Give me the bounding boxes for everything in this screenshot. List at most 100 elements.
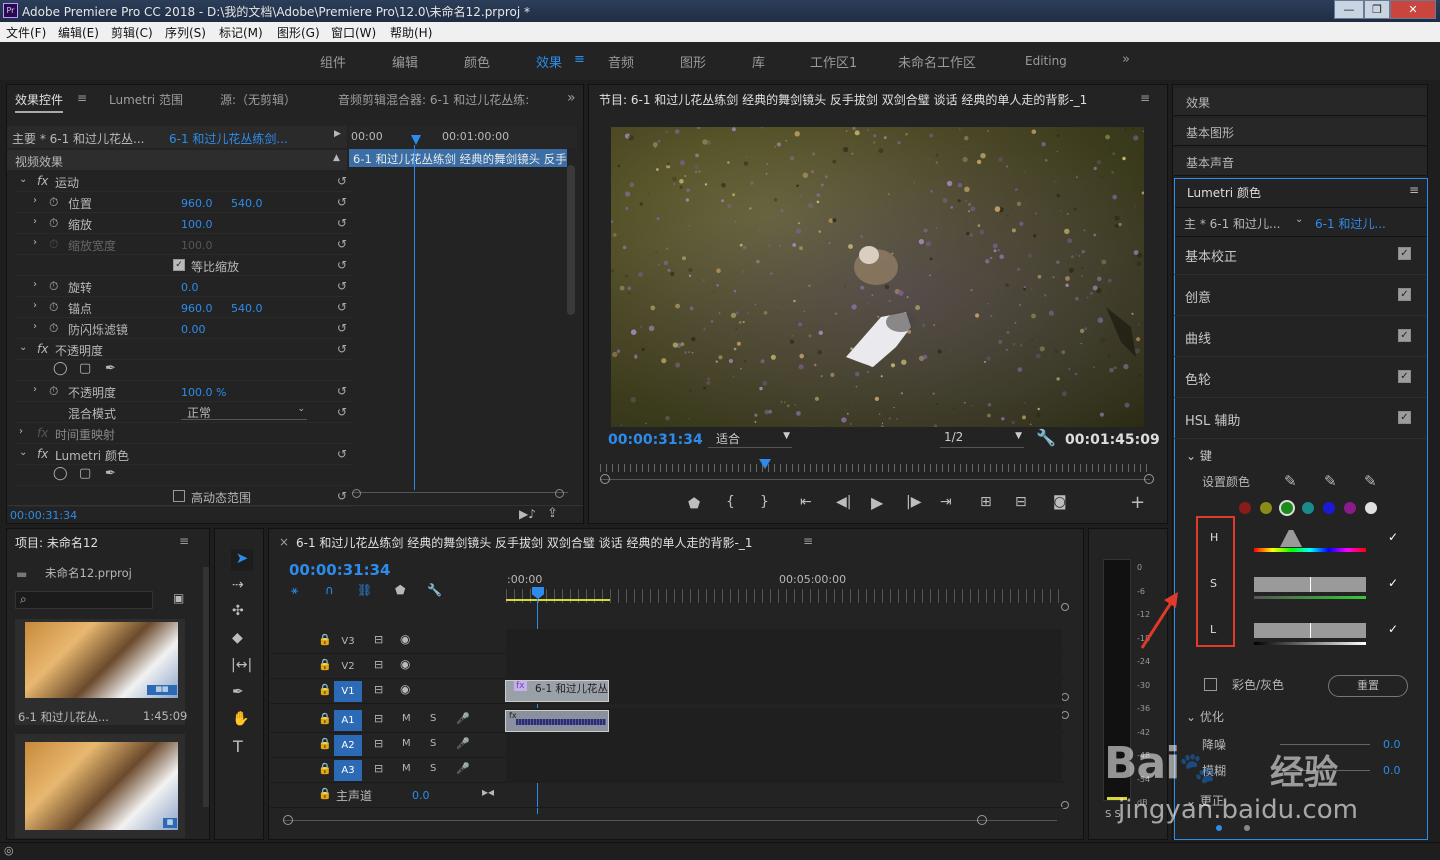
chevron-icon[interactable]: › <box>19 426 23 437</box>
export-icon[interactable]: ⇪ <box>547 506 558 521</box>
reset-icon[interactable]: ↺ <box>337 216 347 230</box>
color-swatch[interactable] <box>1365 502 1377 514</box>
ec-value[interactable]: 100.0 <box>181 239 213 252</box>
timeline-menu-icon[interactable]: ≡ <box>803 534 813 548</box>
color-swatch[interactable] <box>1302 502 1314 514</box>
filter-icon[interactable]: ▶♪ <box>519 507 536 521</box>
collapse-icon[interactable]: ▲ <box>333 153 340 163</box>
maximize-button[interactable]: ❐ <box>1364 0 1390 19</box>
rect-mask-icon[interactable]: ▢ <box>79 466 91 481</box>
eyedropper-minus-icon[interactable]: ✎ <box>1364 472 1377 490</box>
extract-icon[interactable]: ⊟ <box>1015 494 1027 510</box>
video-clip[interactable]: fx 6-1 和过儿花丛 <box>505 680 609 702</box>
ec-row[interactable]: › ⏱ 不透明度 100.0 % ↺ <box>15 381 353 402</box>
audio-clip[interactable]: fx <box>505 710 609 732</box>
rect-mask-icon[interactable]: ▢ <box>79 361 91 376</box>
project-item-2[interactable]: ▦ <box>15 734 185 838</box>
track-lane[interactable] <box>506 629 1062 654</box>
ec-clip-bar[interactable]: 6-1 和过儿花丛练剑 经典的舞剑镜头 反手拔剑 <box>349 149 567 167</box>
stopwatch-icon[interactable]: ⏱ <box>49 321 58 336</box>
tab-effect-controls[interactable]: 效果控件 <box>15 91 64 113</box>
hue-check-icon[interactable]: ✓ <box>1388 530 1398 544</box>
wrench-icon[interactable]: 🔧 <box>1036 428 1056 447</box>
track-target[interactable]: V2 <box>334 656 362 677</box>
slip-icon[interactable]: |↔| <box>231 657 252 673</box>
panel-overflow-icon[interactable]: » <box>567 90 576 106</box>
stopwatch-icon[interactable]: ⏱ <box>49 195 58 210</box>
sat-check-icon[interactable]: ✓ <box>1388 576 1398 590</box>
zoom-handle-left[interactable] <box>600 474 610 484</box>
program-zoom-bar[interactable] <box>600 479 1150 480</box>
eye-icon[interactable]: ◉ <box>400 682 410 696</box>
program-menu-icon[interactable]: ≡ <box>1140 91 1150 105</box>
blend-mode-select[interactable]: 正常 ⌄ <box>181 404 307 420</box>
workspace-1[interactable]: 工作区1 <box>810 52 857 71</box>
tab-lumetri-scopes[interactable]: Lumetri 范围 <box>109 91 183 108</box>
ec-row[interactable]: › ⏱ 位置 960.0 540.0 ↺ <box>15 192 353 213</box>
ec-scrollbar[interactable] <box>567 165 575 315</box>
workspace-audio[interactable]: 音频 <box>608 52 634 71</box>
checkbox[interactable]: ✓ <box>173 259 185 271</box>
section-checkbox[interactable]: ✓ <box>1398 411 1411 424</box>
color-swatch[interactable] <box>1323 502 1335 514</box>
menu-help[interactable]: 帮助(H) <box>390 24 432 41</box>
minimize-button[interactable]: — <box>1334 0 1364 19</box>
ec-value-2[interactable]: 540.0 <box>231 302 263 315</box>
lumetri-section[interactable]: HSL 辅助 ✓ <box>1174 398 1426 439</box>
sat-handle[interactable] <box>1310 577 1311 592</box>
chevron-down-icon[interactable]: ⌄ <box>1295 214 1303 225</box>
light-range-slider[interactable] <box>1254 623 1366 638</box>
mute-button[interactable]: M <box>402 738 411 749</box>
close-sequence-icon[interactable]: × <box>279 535 289 549</box>
menu-clip[interactable]: 剪辑(C) <box>111 24 153 41</box>
ec-row[interactable]: ⌄ fx 不透明度 ↺ <box>15 339 353 360</box>
hand-icon[interactable]: ✋ <box>232 711 249 727</box>
color-swatch[interactable] <box>1260 502 1272 514</box>
ec-row[interactable]: › ⏱ 缩放宽度 100.0 ↺ <box>15 234 353 255</box>
lock-icon[interactable]: 🔒 <box>318 787 332 800</box>
new-bin-icon[interactable]: ▣ <box>173 591 184 605</box>
ellipse-mask-icon[interactable]: ◯ <box>53 361 68 376</box>
ec-row[interactable]: ⌄ fx 运动 ↺ <box>15 171 353 192</box>
lumetri-title[interactable]: Lumetri 颜色 <box>1187 184 1261 201</box>
ec-value[interactable]: 960.0 <box>181 197 213 210</box>
denoise-value[interactable]: 0.0 <box>1383 738 1401 751</box>
lock-icon[interactable]: 🔒 <box>318 658 332 671</box>
eyedropper-icon[interactable]: ✎ <box>1284 472 1297 490</box>
reset-icon[interactable]: ↺ <box>337 489 347 503</box>
zoom-handle-right[interactable] <box>1144 474 1154 484</box>
workspace-graphics[interactable]: 图形 <box>680 52 706 71</box>
menu-sequence[interactable]: 序列(S) <box>165 24 206 41</box>
solo-button[interactable]: S <box>430 713 436 724</box>
workspace-untitled[interactable]: 未命名工作区 <box>898 52 976 71</box>
track-lane[interactable] <box>506 733 1062 758</box>
timeline-timecode[interactable]: 00:00:31:34 <box>289 561 391 579</box>
resolution-select[interactable]: 1/2 ▼ <box>940 430 1024 448</box>
light-check-icon[interactable]: ✓ <box>1388 622 1398 636</box>
reset-icon[interactable]: ↺ <box>337 237 347 251</box>
menu-marker[interactable]: 标记(M) <box>219 24 263 41</box>
pen-icon[interactable]: ✒ <box>232 684 244 700</box>
ec-row[interactable]: 高动态范围 ↺ <box>15 486 353 507</box>
ec-hscroll[interactable] <box>352 492 568 496</box>
lumetri-section[interactable]: 基本校正 ✓ <box>1174 234 1426 275</box>
key-section[interactable]: ⌄ 键 <box>1186 447 1212 464</box>
project-menu-icon[interactable]: ≡ <box>179 534 189 548</box>
work-area-bar[interactable] <box>506 599 610 601</box>
mic-icon[interactable]: 🎤 <box>456 762 470 775</box>
ec-row[interactable]: 混合模式 正常 ⌄ ↺ <box>15 402 353 423</box>
track-lane[interactable] <box>506 654 1062 679</box>
timeline-hscroll[interactable] <box>283 820 1057 821</box>
chevron-right-icon[interactable]: › <box>33 237 37 248</box>
stopwatch-icon[interactable]: ⏱ <box>49 237 58 252</box>
ripple-edit-icon[interactable]: ✣ <box>232 603 244 619</box>
track-target[interactable]: A2 <box>334 735 362 756</box>
add-marker-icon[interactable]: ⬟ <box>395 583 405 597</box>
reset-icon[interactable]: ↺ <box>337 321 347 335</box>
reset-icon[interactable]: ↺ <box>337 279 347 293</box>
lumetri-section[interactable]: 色轮 ✓ <box>1174 357 1426 398</box>
chevron-right-icon[interactable]: › <box>33 195 37 206</box>
lock-icon[interactable]: 🔒 <box>318 683 332 696</box>
clip-select[interactable]: 6-1 和过儿花丛练剑... <box>169 130 288 147</box>
tab-source[interactable]: 源:（无剪辑） <box>220 91 296 108</box>
